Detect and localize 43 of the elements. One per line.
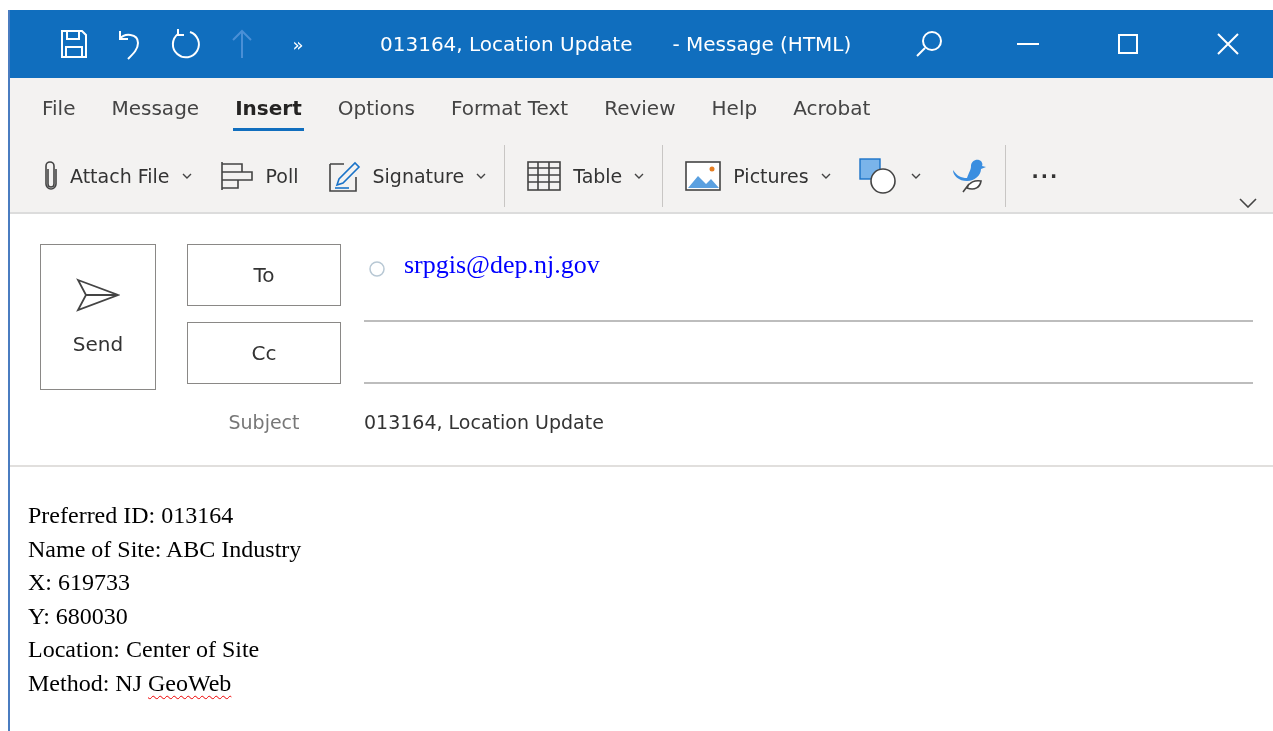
maximize-icon[interactable] (1118, 34, 1138, 54)
paperclip-icon (44, 161, 58, 191)
ribbon-tab[interactable]: Acrobat (791, 87, 873, 131)
search-icon[interactable] (915, 30, 944, 58)
cc-button[interactable]: Cc (187, 322, 341, 384)
table-button[interactable]: Table (517, 155, 655, 197)
redo-icon[interactable] (170, 28, 202, 60)
picture-icon (685, 161, 722, 191)
body-text-line: Method: NJ GeoWeb (28, 668, 233, 698)
body-text-line: Name of Site: ABC Industry (28, 534, 303, 564)
presence-icon (368, 260, 386, 278)
save-icon[interactable] (60, 29, 88, 59)
body-text-line: Preferred ID: 013164 (28, 501, 235, 530)
signature-button[interactable]: Signature (316, 153, 497, 199)
ribbon-tab[interactable]: Message (109, 87, 202, 131)
window-title: 013164, Location Update (380, 32, 633, 56)
body-text-line: X: 619733 (28, 568, 131, 597)
pictures-button[interactable]: Pictures (675, 155, 841, 197)
ribbon-tab[interactable]: Options (335, 87, 417, 131)
subject-field[interactable]: 013164, Location Update (364, 411, 1253, 433)
ribbon-tab[interactable]: Review (602, 87, 678, 131)
more-button[interactable]: ··· (1021, 159, 1070, 193)
table-icon (527, 161, 562, 191)
ribbon-tab[interactable]: Help (709, 87, 760, 131)
window-subtitle: - Message (HTML) (672, 32, 852, 56)
ribbon-tab[interactable]: File (40, 87, 78, 131)
recipient-link[interactable]: srpgis@dep.nj.gov (404, 250, 600, 280)
body-text-line: Y: 680030 (28, 601, 129, 631)
ribbon-tab[interactable]: Insert (233, 87, 304, 131)
send-button[interactable]: Send (40, 244, 156, 390)
signature-icon (326, 159, 361, 193)
send-icon (76, 278, 120, 312)
ribbon-tab[interactable]: Format Text (448, 87, 571, 131)
body-text-line: Location: Center of Site (28, 635, 261, 664)
overflow-button[interactable]: » (270, 33, 326, 55)
chevron-down-icon[interactable] (1239, 198, 1257, 208)
to-button[interactable]: To (187, 244, 341, 306)
poll-icon (219, 160, 254, 192)
attach-button[interactable]: Attach File (34, 155, 202, 197)
subject-label: Subject (227, 411, 301, 433)
poll-button[interactable]: Poll (209, 154, 309, 198)
shapes-icon (858, 158, 899, 194)
close-icon[interactable] (1217, 33, 1239, 55)
